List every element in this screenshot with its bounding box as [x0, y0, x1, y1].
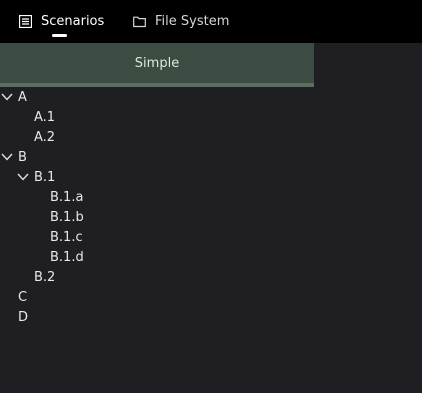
folder-icon: [133, 15, 146, 28]
chevron-down-icon[interactable]: [1, 88, 15, 108]
tree-item-label: D: [18, 310, 29, 325]
tree-item-label: C: [18, 290, 28, 305]
tab-scenarios-label: Scenarios: [41, 14, 105, 29]
active-tab-indicator: [52, 34, 67, 37]
tree-item-label: B.2: [34, 270, 56, 285]
tab-file-system[interactable]: File System: [133, 0, 229, 43]
tree-item-label: B: [18, 150, 27, 165]
chevron-down-icon[interactable]: [1, 148, 15, 168]
tree-item-label: B.1.c: [50, 230, 83, 245]
tree-item-label: B.1: [34, 170, 56, 185]
list-icon: [18, 14, 33, 29]
top-tab-bar: Scenarios File System: [0, 0, 422, 43]
panel-title: Simple: [134, 55, 180, 71]
tree-item-label: B.1.a: [50, 190, 84, 205]
tree-item-label: B.1.b: [50, 210, 84, 225]
tree-item-label: A.2: [34, 130, 56, 145]
tab-file-system-label: File System: [155, 14, 230, 29]
tree-item-label: B.1.d: [50, 250, 84, 265]
panel-header: Simple: [0, 43, 314, 83]
tree-item-label: A.1: [34, 110, 56, 125]
chevron-down-icon[interactable]: [17, 168, 31, 188]
panel-divider: [0, 83, 314, 87]
tree-item-label: A: [18, 90, 27, 105]
